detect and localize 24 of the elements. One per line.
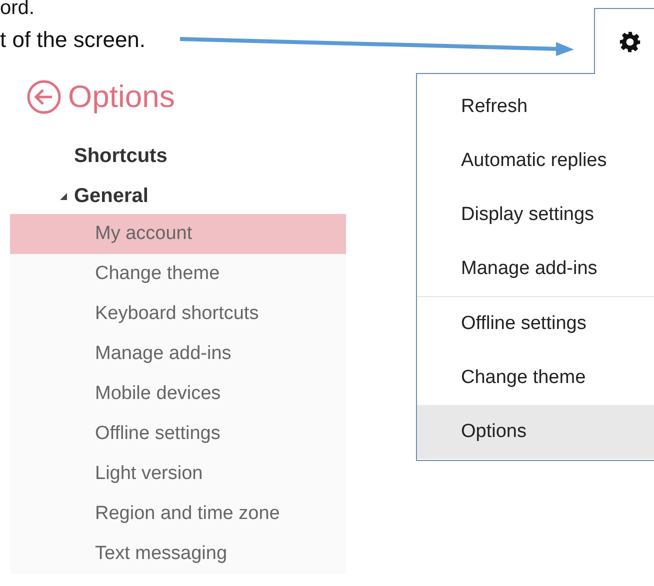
nav-item[interactable]: Change theme xyxy=(10,254,346,294)
instruction-text: t of the screen. xyxy=(0,27,146,53)
nav-item[interactable]: Mobile devices xyxy=(10,374,346,414)
menu-item[interactable]: Manage add-ins xyxy=(417,242,654,296)
menu-item[interactable]: Automatic replies xyxy=(417,134,654,188)
nav-item[interactable]: Light version xyxy=(10,454,346,494)
nav-item[interactable]: My account xyxy=(10,214,346,254)
menu-item[interactable]: Offline settings xyxy=(417,297,654,351)
nav-heading[interactable]: Shortcuts xyxy=(74,144,346,168)
nav-heading[interactable]: General xyxy=(74,184,148,208)
menu-item[interactable]: Change theme xyxy=(417,351,654,405)
menu-item[interactable]: Display settings xyxy=(417,188,654,242)
expand-triangle-icon[interactable] xyxy=(58,191,68,201)
menu-item[interactable]: Refresh xyxy=(417,80,654,134)
settings-button[interactable] xyxy=(594,8,654,74)
nav-item[interactable]: Text messaging xyxy=(10,534,346,574)
nav-item[interactable]: Region and time zone xyxy=(10,494,346,534)
nav-item[interactable]: Offline settings xyxy=(10,414,346,454)
settings-icon xyxy=(619,30,641,52)
page-title: Options xyxy=(68,79,175,115)
menu-item[interactable]: Options xyxy=(417,405,654,459)
nav-item[interactable]: Manage add-ins xyxy=(10,334,346,374)
nav-item[interactable]: Keyboard shortcuts xyxy=(10,294,346,334)
back-icon[interactable] xyxy=(26,79,62,115)
